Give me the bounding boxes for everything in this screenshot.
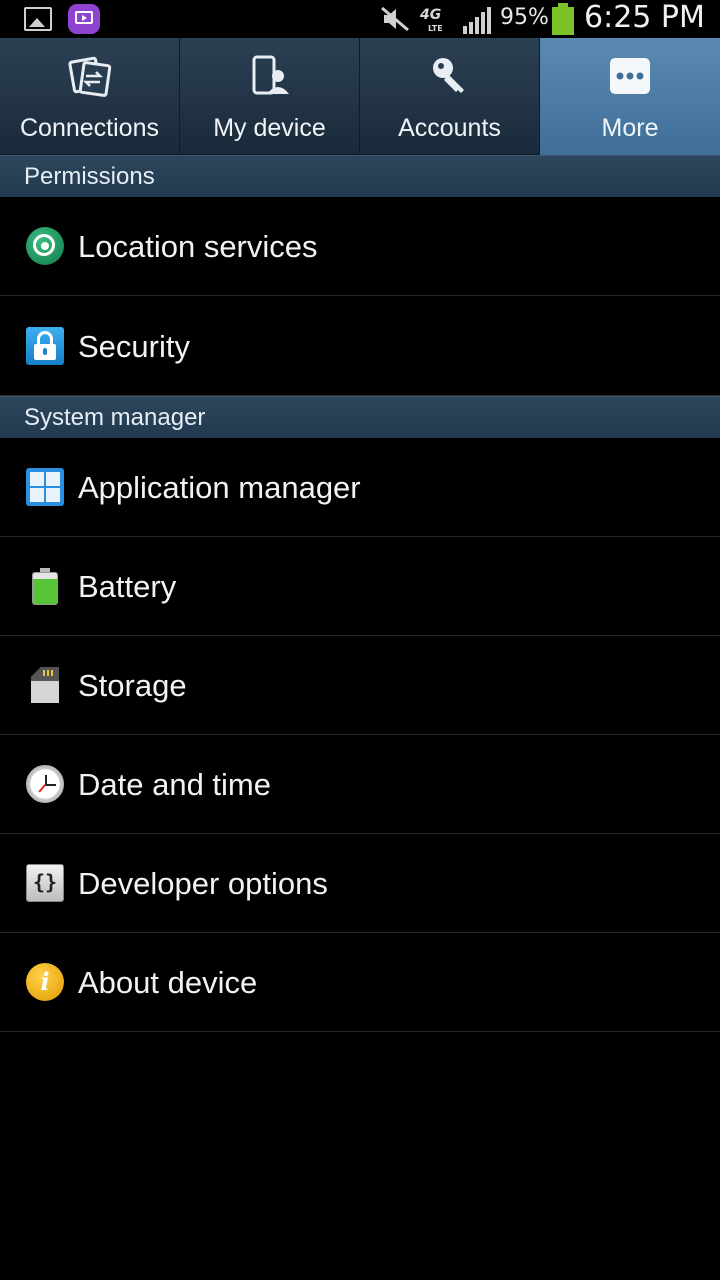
settings-item-label: Application manager xyxy=(78,470,361,505)
settings-tab-bar: Connections My device Accounts More xyxy=(0,38,720,155)
sd-card-icon xyxy=(26,666,64,704)
gallery-icon xyxy=(24,7,52,31)
tab-label: More xyxy=(601,114,659,142)
my-device-icon xyxy=(252,55,289,95)
settings-item-battery[interactable]: Battery xyxy=(0,537,720,636)
media-app-icon xyxy=(68,4,100,34)
tab-connections[interactable]: Connections xyxy=(0,38,180,155)
battery-icon xyxy=(552,3,574,35)
settings-item-label: Date and time xyxy=(78,767,271,802)
more-dots-icon xyxy=(610,58,650,94)
section-header-system-manager: System manager xyxy=(0,396,720,438)
tab-my-device[interactable]: My device xyxy=(180,38,360,155)
info-icon: i xyxy=(26,963,64,1001)
tab-label: My device xyxy=(213,114,326,142)
settings-item-about-device[interactable]: i About device xyxy=(0,933,720,1032)
mute-icon xyxy=(381,6,409,32)
settings-item-security[interactable]: Security xyxy=(0,297,720,396)
settings-item-label: Security xyxy=(78,329,190,364)
settings-item-developer-options[interactable]: {} Developer options xyxy=(0,834,720,933)
settings-item-label: Storage xyxy=(78,668,187,703)
braces-icon: {} xyxy=(26,864,64,902)
settings-item-application-manager[interactable]: Application manager xyxy=(0,438,720,537)
settings-item-label: About device xyxy=(78,965,258,1000)
signal-icon xyxy=(463,7,491,34)
battery-percent: 95% xyxy=(500,5,549,30)
section-title: Permissions xyxy=(24,163,155,190)
status-bar: 4G LTE 95% 6:25 PM xyxy=(0,0,720,38)
accounts-key-icon xyxy=(433,58,464,93)
settings-item-label: Developer options xyxy=(78,866,328,901)
connections-icon xyxy=(68,56,112,97)
section-title: System manager xyxy=(24,404,206,431)
tab-label: Connections xyxy=(20,114,159,142)
settings-item-storage[interactable]: Storage xyxy=(0,636,720,735)
app-grid-icon xyxy=(26,468,64,506)
lock-icon xyxy=(26,327,64,365)
settings-item-location-services[interactable]: Location services xyxy=(0,197,720,296)
battery-icon xyxy=(26,567,64,605)
tab-label: Accounts xyxy=(398,114,501,142)
clock-icon xyxy=(26,765,64,803)
section-header-permissions: Permissions xyxy=(0,155,720,197)
tab-accounts[interactable]: Accounts xyxy=(360,38,540,155)
location-icon xyxy=(26,227,64,265)
settings-item-date-and-time[interactable]: Date and time xyxy=(0,735,720,834)
network-4g-lte-icon: 4G LTE xyxy=(420,7,443,33)
settings-item-label: Location services xyxy=(78,229,318,264)
settings-item-label: Battery xyxy=(78,569,177,604)
clock-time: 6:25 PM xyxy=(584,0,705,35)
tab-more[interactable]: More xyxy=(540,38,720,155)
